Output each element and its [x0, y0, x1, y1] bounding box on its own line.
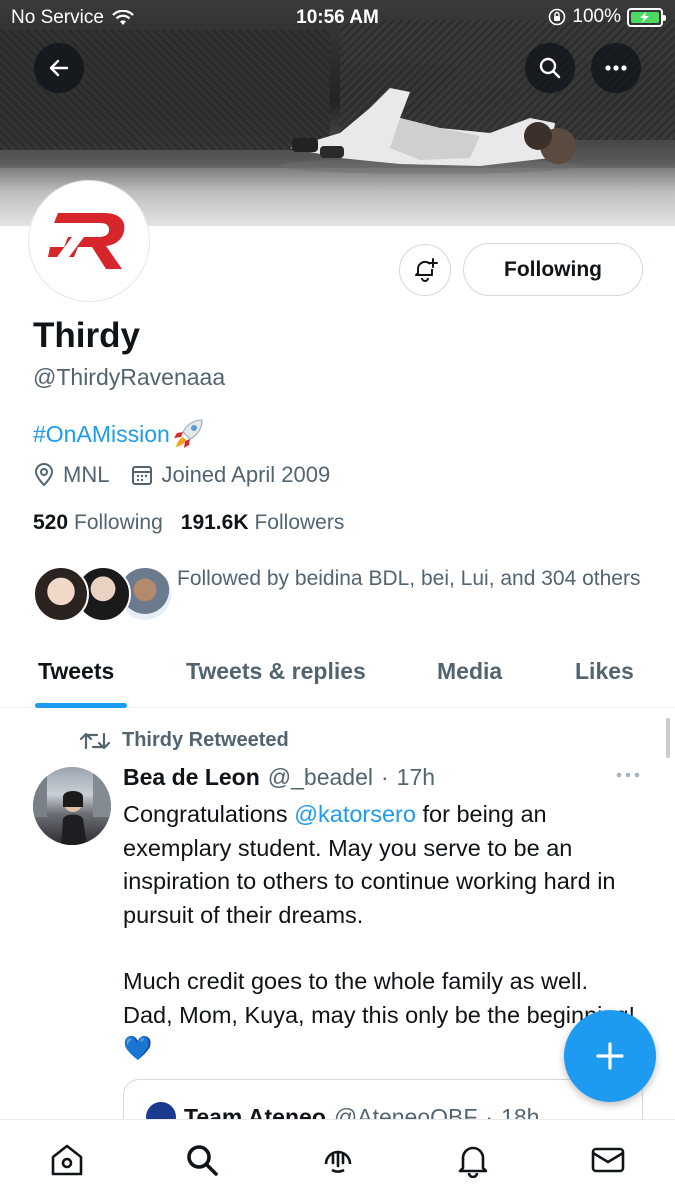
tweet-author-name[interactable]: Bea de Leon	[123, 764, 260, 791]
avatar	[33, 566, 89, 622]
battery-icon	[627, 7, 666, 27]
messages-icon	[591, 1147, 625, 1173]
spaces-icon	[324, 1150, 352, 1173]
following-count-link[interactable]: 520 Following	[33, 511, 163, 535]
profile-tabs: Tweets Tweets & replies Media Likes	[0, 640, 675, 708]
nav-search[interactable]	[182, 1140, 222, 1180]
joined-text: Joined April 2009	[161, 462, 331, 487]
followers-label: Followers	[254, 511, 345, 534]
retweet-label[interactable]: Thirdy Retweeted	[122, 729, 289, 752]
profile-meta: MNL Joined April 2009	[33, 462, 352, 488]
tab-likes[interactable]: Likes	[575, 658, 634, 685]
location-pin-icon	[34, 463, 54, 487]
tab-media[interactable]: Media	[437, 658, 502, 685]
home-icon	[51, 1144, 83, 1176]
tweet-author-avatar[interactable]	[33, 767, 111, 845]
followers-count-link[interactable]: 191.6K Followers	[181, 511, 345, 535]
notifications-toggle-button[interactable]	[399, 244, 451, 296]
following-count: 520	[33, 511, 69, 534]
search-button[interactable]	[525, 43, 575, 93]
tweet-separator: ·	[380, 764, 389, 790]
more-horizontal-icon	[605, 65, 627, 71]
author-photo	[33, 767, 111, 845]
nav-messages[interactable]	[588, 1140, 628, 1180]
more-horizontal-icon	[616, 772, 640, 778]
battery-percent: 100%	[572, 6, 621, 27]
profile-avatar[interactable]	[29, 181, 149, 301]
tab-tweets[interactable]: Tweets	[38, 658, 114, 685]
arrow-left-icon	[49, 59, 69, 77]
nav-home[interactable]	[47, 1140, 87, 1180]
search-icon	[539, 57, 561, 79]
search-icon	[187, 1145, 218, 1176]
nav-notifications[interactable]	[453, 1140, 493, 1180]
follow-counts: 520 Following 191.6K Followers	[33, 511, 344, 535]
back-button[interactable]	[34, 43, 84, 93]
active-tab-indicator	[35, 703, 127, 708]
retweet-indicator: Thirdy Retweeted	[80, 729, 289, 752]
profile-bio: #OnAMission	[33, 418, 206, 450]
tab-tweets-replies[interactable]: Tweets & replies	[186, 658, 366, 685]
rocket-emoji-icon	[173, 419, 203, 448]
following-button[interactable]: Following	[463, 243, 643, 296]
followers-count: 191.6K	[180, 511, 249, 534]
retweet-icon	[80, 732, 110, 749]
tweet-text: Congratulations @katorsero for being an …	[123, 798, 643, 1066]
plus-icon	[596, 1042, 624, 1070]
tweet-time[interactable]: 17h	[397, 764, 435, 791]
tweet-more-button[interactable]	[615, 766, 641, 784]
location-text: MNL	[63, 462, 110, 487]
tweet-text-part: Congratulations	[123, 801, 295, 827]
banner-player-image	[280, 88, 580, 174]
status-bar: No Service 10:56 AM 100%	[0, 0, 675, 36]
compose-tweet-button[interactable]	[564, 1010, 656, 1102]
bottom-navigation	[0, 1119, 675, 1200]
scrollbar[interactable]	[666, 718, 670, 758]
nav-spaces[interactable]	[318, 1140, 358, 1180]
more-button[interactable]	[591, 43, 641, 93]
calendar-icon	[132, 466, 153, 485]
notifications-icon	[458, 1146, 488, 1178]
followed-by-avatars[interactable]	[33, 566, 173, 622]
followed-by-text[interactable]: Followed by beidina BDL, bei, Lui, and 3…	[177, 562, 647, 595]
tweet-header: Bea de Leon @_beadel · 17h	[123, 764, 435, 791]
profile-handle: @ThirdyRavenaaa	[33, 364, 226, 390]
tweet-mention-link[interactable]: @katorsero	[294, 801, 416, 827]
profile-name: Thirdy	[33, 316, 140, 355]
tweet-author-handle[interactable]: @_beadel	[268, 764, 373, 791]
brand-logo-icon	[48, 213, 125, 269]
orientation-lock-icon	[549, 8, 566, 26]
following-label: Following	[74, 511, 163, 534]
bio-hashtag[interactable]: #OnAMission	[33, 421, 170, 448]
bell-plus-icon	[415, 258, 438, 282]
